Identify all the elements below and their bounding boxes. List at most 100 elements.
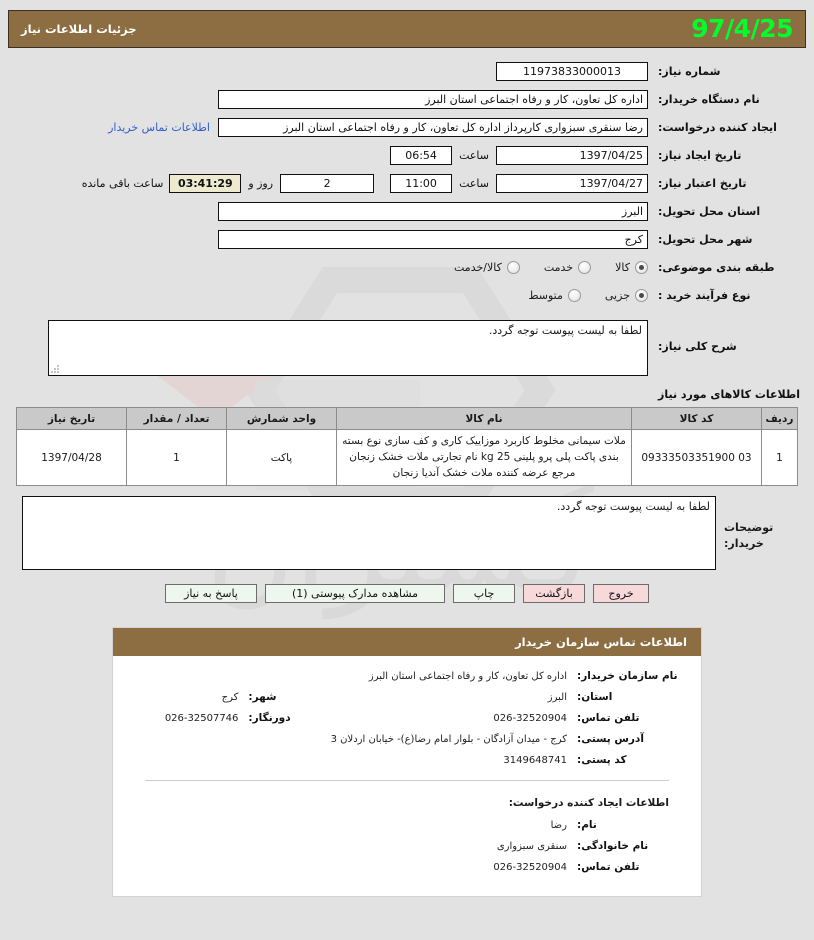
contact-postal-label: کد پستی: [577,754,627,767]
buyer-notes-label: توضیحات خریدار: [724,521,774,551]
radio-circle-icon[interactable] [567,288,581,302]
category-radio-2-label: کالا/خدمت [454,260,502,274]
expire-date-label: تاریخ اعتبار نیاز: [658,176,747,190]
buyer-notes-textarea[interactable]: لطفا به لیست پیوست توجه گردد. [22,496,716,571]
window-title-bar: 97/4/25 جزئیات اطلاعات نیاز [8,10,806,48]
contact-postal-value: 3149648741 [503,754,567,766]
requester-row-last-name: نام خانوادگی: سنقری سبزواری [129,840,685,852]
field-row-summary: شرح کلی نیاز: لطفا به لیست پیوست توجه گر… [0,320,800,376]
category-label: طبقه بندی موضوعی: [658,260,775,274]
contact-province-label: استان: [577,691,613,704]
process-radio-group: جزیی متوسط [504,288,648,302]
requester-row-phone: تلفن تماس: 026-32520904 [129,861,685,873]
contact-org-label: نام سازمان خریدار: [577,670,678,683]
back-button[interactable]: بازگشت [523,584,585,604]
contact-row-address: آدرس پستی: کرج - میدان آزادگان - بلوار ا… [129,733,685,745]
create-time-input[interactable]: 06:54 [390,145,453,165]
cell-quantity: 1 [126,428,227,487]
contact-fax-value: 026-32507746 [164,712,239,724]
contact-row-phone-fax: تلفن تماس: 026-32520904 دورنگار: 026-325… [129,712,685,724]
exit-button[interactable]: خروج [593,584,649,604]
expire-time-separator: ساعت [459,176,489,190]
creator-label: ایجاد کننده درخواست: [658,120,777,134]
radio-circle-icon[interactable] [635,260,648,274]
province-input[interactable]: البرز [218,201,648,221]
process-radio-1[interactable]: متوسط [528,288,581,302]
summary-textarea[interactable]: لطفا به لیست پیوست توجه گردد. [48,320,648,376]
creator-input[interactable]: رضا سنقری سبزواری کارپرداز اداره کل تعاو… [218,117,648,137]
th-row: ردیف [761,407,798,430]
resize-grip-icon[interactable] [51,365,60,374]
th-qty: تعداد / مقدار [126,407,227,430]
cell-goods-name: ملات سیمانی مخلوط کاربرد موزاییک کاری و … [336,428,632,487]
contact-phone-label: تلفن تماس: [577,712,640,725]
th-date: تاریخ نیاز [16,407,127,430]
th-name: نام کالا [336,407,632,430]
contact-row-province-city: استان: البرز شهر: کرج [129,691,685,703]
category-radio-1-label: خدمت [543,260,574,274]
requester-phone-label: تلفن تماس: [577,861,640,874]
buyer-notes-row: توضیحات خریدار: لطفا به لیست پیوست توجه … [0,496,814,571]
buyer-notes-text: لطفا به لیست پیوست توجه گردد. [556,500,710,514]
create-date-input[interactable]: 1397/04/25 [496,145,648,165]
contact-city-value: کرج [221,691,239,703]
th-code: کد کالا [631,407,762,430]
city-input[interactable]: کرج [218,229,648,249]
view-attachments-button[interactable]: مشاهده مدارک پیوستی (1) [265,584,445,604]
contact-row-org: نام سازمان خریدار: اداره کل تعاون، کار و… [129,670,685,682]
requester-last-name-value: سنقری سبزواری [496,840,567,852]
buyer-org-input[interactable]: اداره کل تعاون، کار و رفاه اجتماعی استان… [218,89,648,109]
expire-date-input[interactable]: 1397/04/27 [496,173,648,193]
process-radio-0[interactable]: جزیی [604,288,648,302]
radio-circle-icon[interactable] [506,260,520,274]
goods-section-title: اطلاعات کالاهای مورد نیاز [658,388,800,401]
cell-need-date: 1397/04/28 [16,428,127,487]
date-stamp: 97/4/25 [691,13,793,43]
contact-address-value: کرج - میدان آزادگان - بلوار امام رضا(ع)-… [330,733,567,745]
summary-text: لطفا به لیست پیوست توجه گردد. [488,324,642,337]
radio-circle-icon[interactable] [635,288,648,302]
process-radio-0-label: جزیی [604,288,630,302]
category-radio-0[interactable]: کالا [615,260,648,274]
summary-label: شرح کلی نیاز: [658,340,737,353]
need-number-input[interactable]: 11973833000013 [496,61,648,81]
field-row-process: نوع فرآیند خرید : جزیی متوسط [0,284,800,306]
cell-row-index: 1 [761,428,798,487]
contact-fax-label: دورنگار: [248,712,291,725]
province-label: استان محل تحویل: [658,204,761,218]
remaining-suffix-label: ساعت باقی مانده [81,176,164,190]
requester-row-first-name: نام: رضا [129,819,685,831]
page-title: جزئیات اطلاعات نیاز [21,22,137,36]
page-root: گستران 97/4/25 جزئیات اطلاعات نیاز شماره… [0,10,814,940]
category-radio-group: کالا خدمت کالا/خدمت [430,260,648,274]
cell-unit: پاکت [226,428,337,487]
requester-last-name-label: نام خانوادگی: [577,840,649,853]
category-radio-2[interactable]: کالا/خدمت [454,260,520,274]
field-row-creator: ایجاد کننده درخواست: رضا سنقری سبزواری ک… [0,116,800,138]
respond-to-need-button[interactable]: پاسخ به نیاز [165,584,257,604]
contact-phone-value: 026-32520904 [493,712,567,724]
expire-time-input[interactable]: 11:00 [390,173,453,193]
buyer-org-label: نام دستگاه خریدار: [658,92,760,106]
remaining-days-separator: روز و [248,176,274,190]
buyer-contact-link[interactable]: اطلاعات تماس خریدار [108,121,210,134]
contact-province-value: البرز [547,691,567,703]
requester-phone-value: 026-32520904 [493,861,567,873]
field-row-category: طبقه بندی موضوعی: کالا خدمت کالا/خدمت [0,256,800,278]
goods-table: ردیف کد کالا نام کالا واحد شمارش تعداد /… [16,407,798,487]
remaining-timer: 03:41:29 [169,173,242,193]
requester-section-title: اطلاعات ایجاد کننده درخواست: [508,797,669,810]
print-button[interactable]: چاپ [453,584,515,604]
contact-address-label: آدرس پستی: [577,733,644,746]
field-row-buyer-org: نام دستگاه خریدار: اداره کل تعاون، کار و… [0,88,800,110]
field-row-province: استان محل تحویل: البرز [0,200,800,222]
goods-table-header-row: ردیف کد کالا نام کالا واحد شمارش تعداد /… [16,407,798,430]
process-label: نوع فرآیند خرید : [658,288,751,302]
radio-circle-icon[interactable] [578,260,592,274]
contact-org-value: اداره کل تعاون، کار و رفاه اجتماعی استان… [368,670,567,682]
requester-first-name-label: نام: [577,819,597,832]
process-radio-1-label: متوسط [528,288,563,302]
contact-panel-body: نام سازمان خریدار: اداره کل تعاون، کار و… [113,656,701,873]
need-number-label: شماره نیاز: [658,64,721,78]
category-radio-1[interactable]: خدمت [543,260,592,274]
